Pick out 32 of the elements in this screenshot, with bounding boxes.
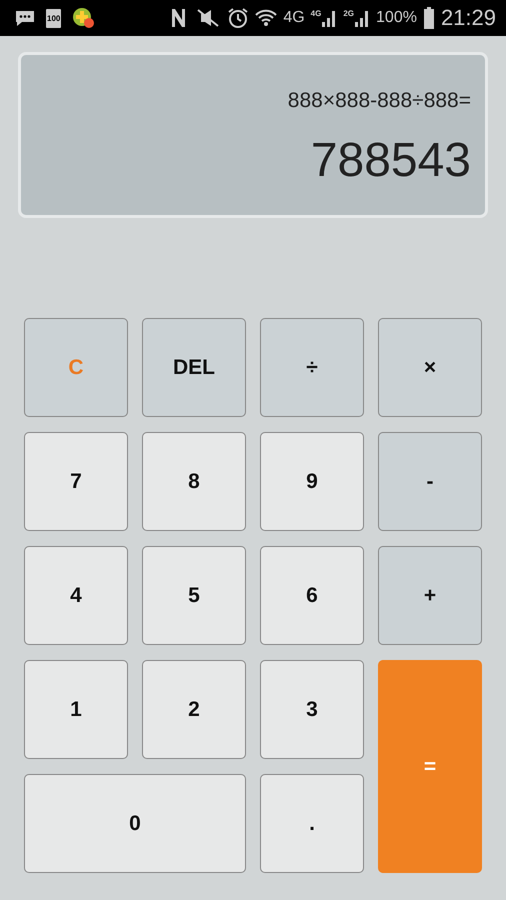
app-icon — [71, 7, 96, 29]
alarm-icon — [227, 7, 250, 29]
network-type: 4G — [283, 9, 305, 27]
digit-button[interactable]: 0 — [24, 774, 246, 873]
operator-button[interactable]: - — [378, 432, 482, 531]
digit-button[interactable]: 7 — [24, 432, 128, 531]
signal-icon — [354, 9, 370, 27]
sim-label: 2G — [343, 9, 354, 18]
digit-button[interactable]: 9 — [260, 432, 364, 531]
battery-icon — [422, 7, 435, 29]
message-icon — [14, 10, 36, 26]
battery-icon: 100 — [46, 8, 62, 28]
expression: 888×888-888÷888= — [288, 89, 471, 113]
result: 788543 — [310, 133, 471, 188]
sim-label: 4G — [310, 9, 322, 18]
delete-button[interactable]: DEL — [142, 318, 246, 417]
digit-button[interactable]: . — [260, 774, 364, 873]
operator-button[interactable]: × — [378, 318, 482, 417]
digit-button[interactable]: 1 — [24, 660, 128, 759]
digit-button[interactable]: 8 — [142, 432, 246, 531]
clock: 21:29 — [440, 5, 496, 31]
digit-button[interactable]: 5 — [142, 546, 246, 645]
digit-button[interactable]: 3 — [260, 660, 364, 759]
battery-percent: 100% — [376, 9, 417, 27]
digit-button[interactable]: 2 — [142, 660, 246, 759]
wifi-icon — [255, 8, 278, 28]
digit-button[interactable]: 4 — [24, 546, 128, 645]
signal-icon — [321, 9, 338, 27]
operator-button[interactable]: ÷ — [260, 318, 364, 417]
mute-icon — [195, 8, 222, 28]
digit-button[interactable]: 6 — [260, 546, 364, 645]
operator-button[interactable]: + — [378, 546, 482, 645]
